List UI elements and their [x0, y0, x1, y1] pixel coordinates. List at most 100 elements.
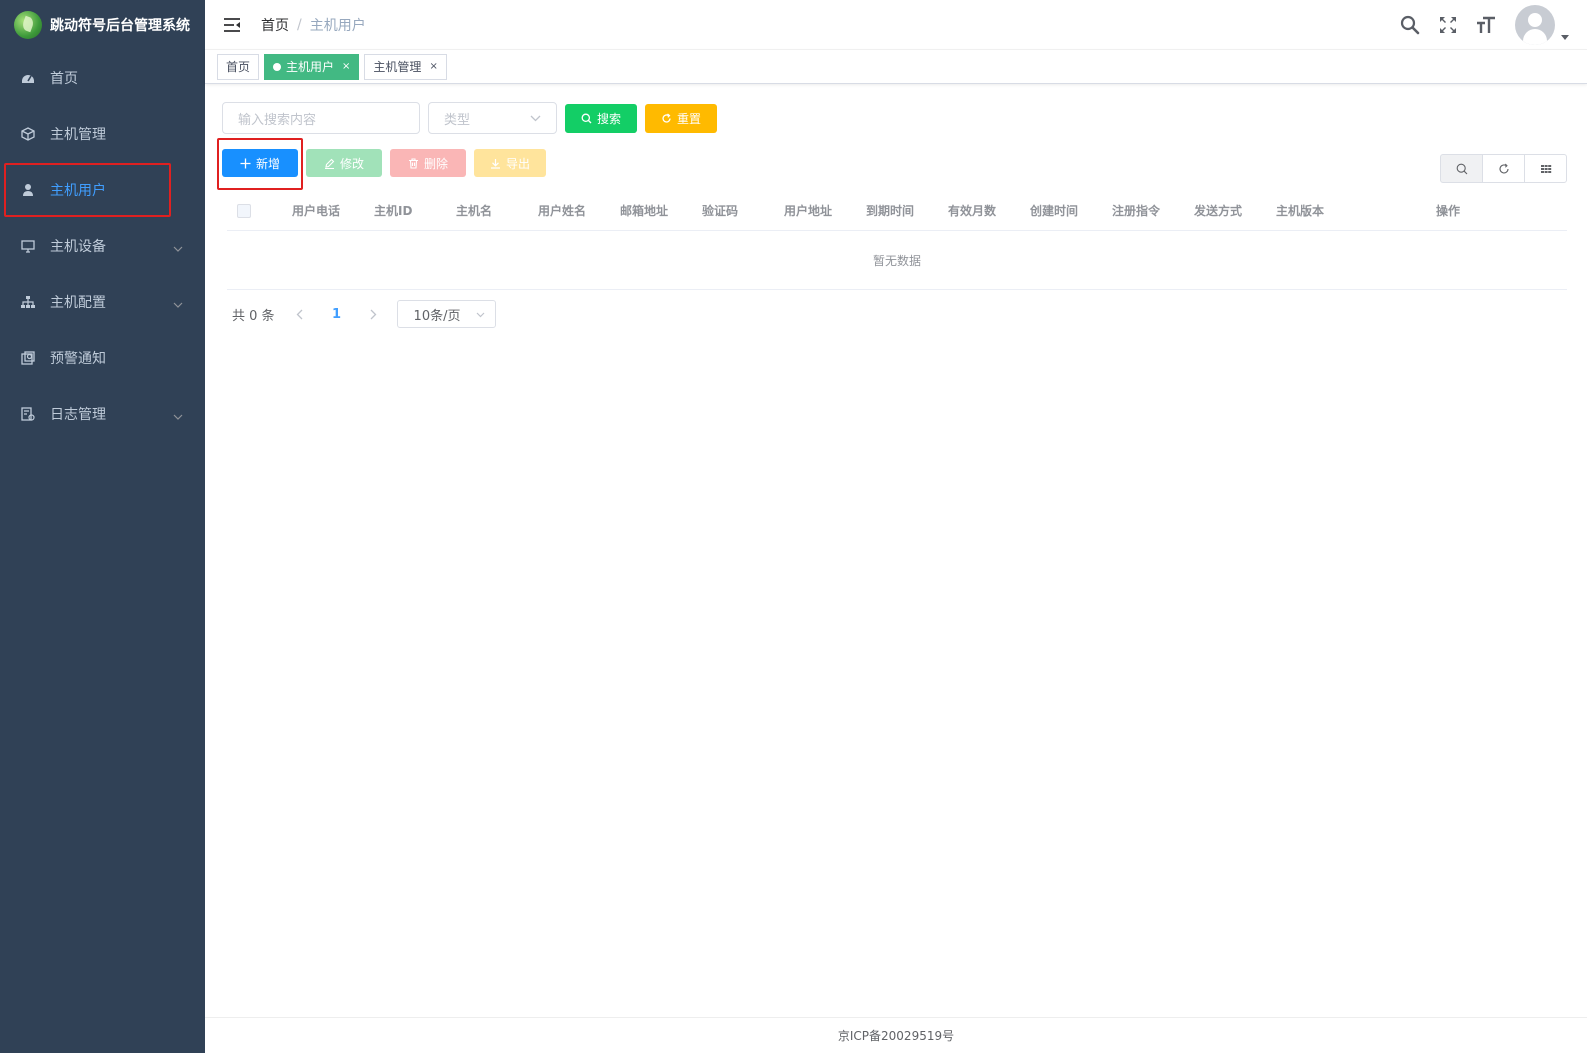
breadcrumb-home[interactable]: 首页	[261, 15, 289, 35]
sidebar-item-logs[interactable]: 日志管理	[0, 386, 205, 442]
column-header[interactable]: 验证码	[702, 202, 784, 219]
monitor-icon	[20, 238, 36, 254]
caret-down-icon[interactable]	[1561, 29, 1569, 44]
column-header: 操作	[1436, 204, 1461, 218]
column-header[interactable]: 邮箱地址	[620, 202, 702, 219]
search-input[interactable]: 输入搜索内容	[222, 102, 420, 134]
navbar: 首页 / 主机用户	[205, 0, 1587, 50]
type-select-placeholder: 类型	[444, 112, 471, 128]
close-icon[interactable]: ×	[342, 55, 350, 79]
column-header[interactable]: 注册指令	[1112, 202, 1194, 219]
sidebar-item-alerts[interactable]: 预警通知	[0, 330, 205, 386]
select-all-checkbox[interactable]	[237, 203, 251, 218]
refresh-button[interactable]	[1482, 154, 1525, 183]
hamburger-icon[interactable]	[209, 0, 255, 50]
sidebar-item-label: 主机用户	[50, 183, 106, 199]
search-icon	[581, 113, 592, 124]
breadcrumb-separator: /	[297, 16, 302, 33]
page-size-value: 10条/页	[413, 308, 461, 324]
search-button[interactable]: 搜索	[565, 103, 637, 133]
column-header[interactable]: 创建时间	[1030, 202, 1112, 219]
sidebar-item-host-users[interactable]: 主机用户	[0, 162, 205, 218]
column-header[interactable]: 用户姓名	[538, 202, 620, 219]
footer: 京ICP备20029519号	[205, 1017, 1587, 1053]
chevron-down-icon	[476, 307, 485, 322]
fullscreen-icon[interactable]	[1429, 0, 1467, 50]
sidebar-item-label: 预警通知	[50, 351, 106, 367]
app-title: 跳动符号后台管理系统	[50, 18, 190, 34]
next-page-icon[interactable]	[359, 309, 389, 320]
sidebar-item-host-management[interactable]: 主机管理	[0, 106, 205, 162]
sidebar-item-label: 日志管理	[50, 407, 106, 423]
refresh-icon	[661, 113, 672, 124]
log-icon	[20, 406, 36, 422]
toolbar: 新增 修改 删除 导出	[217, 138, 1567, 190]
tag-label: 主机用户	[286, 59, 335, 74]
toggle-search-button[interactable]	[1440, 154, 1483, 183]
delete-button[interactable]: 删除	[390, 149, 466, 177]
tag-host-users[interactable]: 主机用户 ×	[264, 53, 360, 80]
select-all-cell	[227, 203, 292, 218]
column-header[interactable]: 用户电话	[292, 202, 374, 219]
sidebar-item-label: 主机管理	[50, 127, 106, 143]
tree-icon	[20, 294, 36, 310]
columns-button[interactable]	[1524, 154, 1567, 183]
sidebar-item-host-devices[interactable]: 主机设备	[0, 218, 205, 274]
close-icon[interactable]: ×	[429, 55, 437, 79]
column-header[interactable]: 有效月数	[948, 202, 1030, 219]
right-menu	[1391, 0, 1569, 50]
type-select[interactable]: 类型	[428, 102, 557, 134]
chevron-down-icon	[173, 240, 183, 256]
sidebar: 跳动符号后台管理系统 首页 主机管理 主机用户 主机设备 主机配置 预警通知 日…	[0, 0, 205, 1053]
alert-icon	[20, 350, 36, 366]
active-dot-icon	[273, 62, 282, 71]
sidebar-item-host-config[interactable]: 主机配置	[0, 274, 205, 330]
search-icon	[1456, 163, 1467, 174]
grid-icon	[1540, 164, 1551, 173]
page-size-select[interactable]: 10条/页	[396, 300, 496, 328]
logo-icon	[14, 11, 42, 39]
dashboard-icon	[20, 70, 36, 86]
edit-button[interactable]: 修改	[306, 149, 382, 177]
download-icon	[490, 158, 501, 169]
font-size-icon[interactable]	[1467, 0, 1505, 50]
edit-icon	[324, 158, 335, 169]
tag-home[interactable]: 首页	[217, 53, 260, 80]
sidebar-item-label: 主机配置	[50, 295, 106, 311]
add-button[interactable]: 新增	[222, 149, 298, 177]
column-header[interactable]: 主机ID	[374, 202, 456, 219]
prev-page-icon[interactable]	[285, 309, 315, 320]
sidebar-item-label: 首页	[50, 71, 78, 87]
table-header: 用户电话 主机ID 主机名 用户姓名 邮箱地址 验证码 用户地址 到期时间 有效…	[227, 191, 1567, 231]
pagination-total: 共 0 条	[232, 308, 275, 324]
column-header[interactable]: 主机版本	[1276, 202, 1436, 219]
tag-label: 首页	[226, 59, 251, 74]
pagination: 共 0 条 1 10条/页	[227, 300, 1567, 328]
column-header[interactable]: 发送方式	[1194, 202, 1276, 219]
tag-host-management[interactable]: 主机管理 ×	[364, 53, 447, 80]
export-button[interactable]: 导出	[474, 149, 546, 177]
content: 输入搜索内容 类型 搜索 重置 新增 修改 删除 导出 用户电话 主机ID 主机…	[217, 102, 1567, 328]
chevron-down-icon	[530, 111, 541, 126]
logo[interactable]: 跳动符号后台管理系统	[0, 0, 205, 50]
chevron-down-icon	[173, 408, 183, 424]
column-header[interactable]: 到期时间	[866, 202, 948, 219]
page-number[interactable]: 1	[315, 307, 359, 322]
trash-icon	[408, 157, 419, 169]
search-row: 输入搜索内容 类型 搜索 重置	[222, 102, 1567, 134]
column-header[interactable]: 用户地址	[784, 202, 866, 219]
breadcrumb-current: 主机用户	[309, 17, 366, 34]
sidebar-item-home[interactable]: 首页	[0, 50, 205, 106]
breadcrumb: 首页 / 主机用户	[261, 15, 366, 35]
icp-text[interactable]: 京ICP备20029519号	[838, 1027, 954, 1044]
reset-button[interactable]: 重置	[645, 103, 717, 133]
avatar[interactable]	[1515, 5, 1555, 45]
tag-label: 主机管理	[373, 59, 422, 74]
search-icon[interactable]	[1391, 0, 1429, 50]
user-icon	[20, 182, 36, 198]
search-input-placeholder: 输入搜索内容	[238, 112, 317, 128]
column-header[interactable]: 主机名	[456, 202, 538, 219]
data-table: 用户电话 主机ID 主机名 用户姓名 邮箱地址 验证码 用户地址 到期时间 有效…	[227, 191, 1567, 290]
cube-icon	[20, 126, 36, 142]
empty-text: 暂无数据	[227, 231, 1567, 290]
